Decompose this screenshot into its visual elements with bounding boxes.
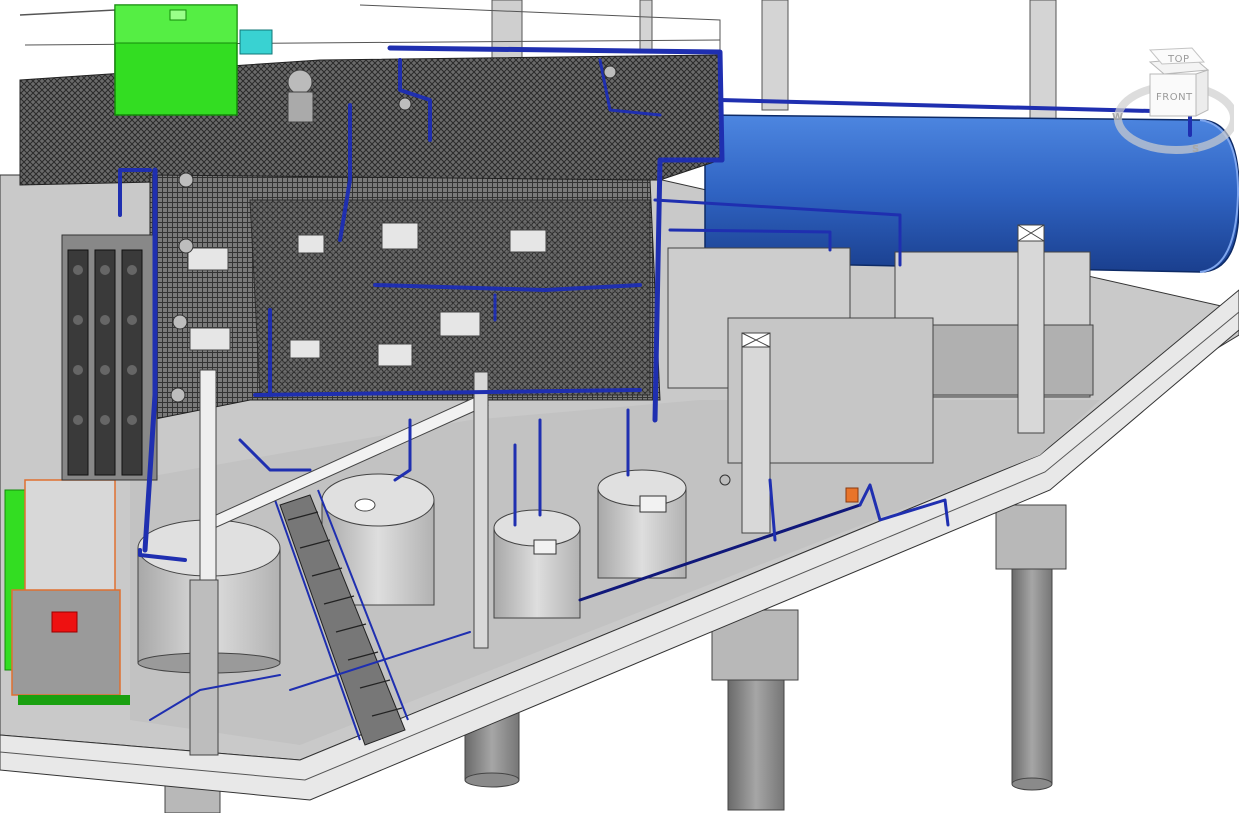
orange-valve[interactable] xyxy=(845,487,859,503)
compass-west-label: W xyxy=(1112,112,1123,123)
plant-model-scene[interactable] xyxy=(0,0,1239,813)
compass-south-label: S xyxy=(1192,144,1199,155)
viewcube-box[interactable]: TOP FRONT xyxy=(1148,47,1210,117)
viewcube-top-face[interactable]: TOP xyxy=(1167,54,1190,65)
control-cabinet[interactable] xyxy=(4,479,130,705)
viewcube-front-face[interactable]: FRONT xyxy=(1156,92,1193,103)
3d-model-viewport[interactable]: W S TOP FRONT xyxy=(0,0,1239,813)
tank-right-1 xyxy=(493,509,581,619)
viewcube-icon[interactable]: W S TOP FRONT xyxy=(1104,40,1234,160)
tank-right-2 xyxy=(597,469,687,579)
filter-bank xyxy=(61,234,158,481)
